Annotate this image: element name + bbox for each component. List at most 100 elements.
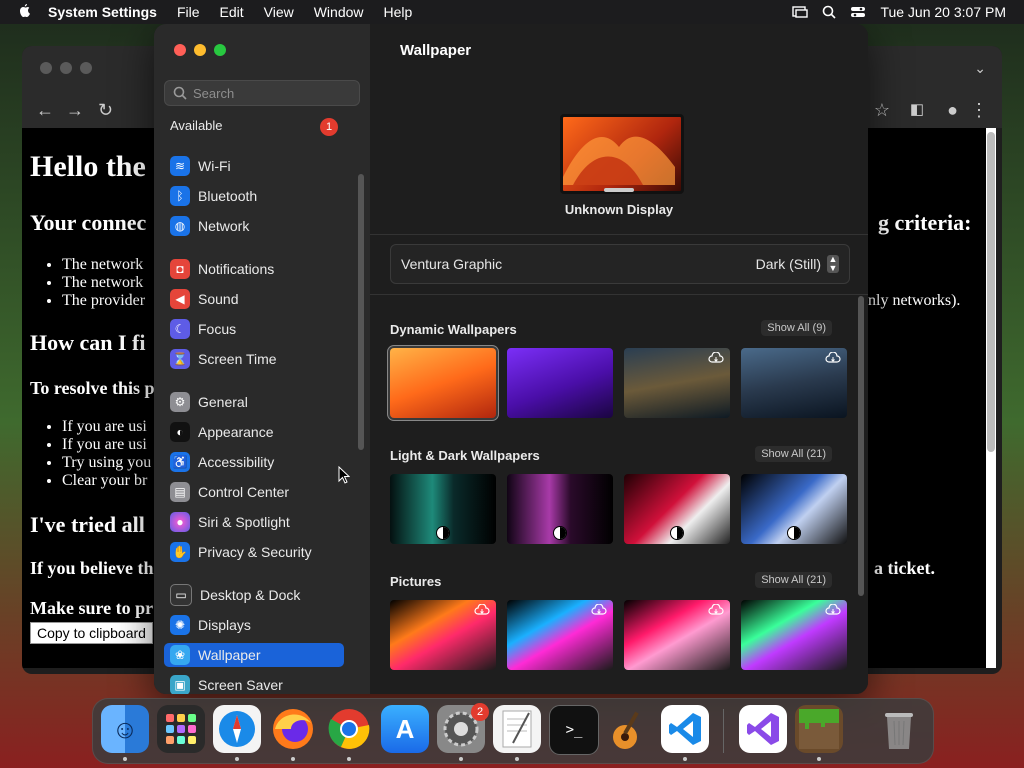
- sidebar-item-siri-spotlight[interactable]: ● Siri & Spotlight: [164, 510, 344, 534]
- dock-vscode-icon[interactable]: [661, 705, 709, 753]
- sidebar-item-screen-saver[interactable]: ▣ Screen Saver: [164, 673, 344, 694]
- sidebar-item-wifi[interactable]: ≋ Wi-Fi: [164, 154, 344, 178]
- menu-edit[interactable]: Edit: [220, 4, 244, 20]
- maximize-icon[interactable]: [80, 62, 92, 74]
- sidebar-scrollbar[interactable]: [358, 174, 364, 450]
- sidebar-item-label: Focus: [198, 321, 237, 337]
- wallpaper-thumb-picture-2[interactable]: [507, 600, 613, 670]
- screen-mirroring-icon[interactable]: [792, 6, 809, 18]
- dock-garageband-icon[interactable]: [605, 705, 653, 753]
- sidebar-item-notifications[interactable]: ◘ Notifications: [164, 257, 344, 281]
- maximize-icon[interactable]: [214, 44, 226, 56]
- list-item: The provider: [62, 292, 145, 310]
- dock-finder-icon[interactable]: ☺: [101, 705, 149, 753]
- sidebar-toggle-icon[interactable]: ◧: [910, 100, 924, 118]
- minimize-icon[interactable]: [194, 44, 206, 56]
- dock-safari-icon[interactable]: [213, 705, 261, 753]
- software-update-available[interactable]: Available: [170, 118, 223, 133]
- dock-minecraft-icon[interactable]: [795, 705, 843, 753]
- cloud-download-icon[interactable]: [708, 604, 724, 616]
- wallpaper-thumb-ios-red[interactable]: [624, 474, 730, 544]
- sidebar-item-displays[interactable]: ✺ Displays: [164, 613, 344, 637]
- close-icon[interactable]: [40, 62, 52, 74]
- sidebar-item-wallpaper[interactable]: ❀ Wallpaper: [164, 643, 344, 667]
- sidebar-item-accessibility[interactable]: ♿ Accessibility: [164, 450, 344, 474]
- wallpaper-selector[interactable]: Ventura Graphic Dark (Still) ▲ ▼: [390, 244, 850, 284]
- wallpaper-thumb-picture-3[interactable]: [624, 600, 730, 670]
- sidebar-item-label: Desktop & Dock: [200, 587, 301, 603]
- cloud-download-icon[interactable]: [708, 352, 724, 364]
- ticket-text: a ticket.: [874, 558, 935, 578]
- sidebar-item-label: Screen Saver: [198, 677, 283, 693]
- sidebar-item-label: Privacy & Security: [198, 544, 312, 560]
- notification-badge: 2: [471, 703, 489, 721]
- copy-to-clipboard-button[interactable]: Copy to clipboard: [30, 622, 153, 644]
- dock-app-store-icon[interactable]: A: [381, 705, 429, 753]
- scrollbar-thumb[interactable]: [987, 132, 995, 452]
- browser-scrollbar[interactable]: [986, 128, 996, 668]
- sidebar-item-sound[interactable]: ◀ Sound: [164, 287, 344, 311]
- wallpaper-thumb-ios-blue[interactable]: [741, 474, 847, 544]
- main-scrollbar[interactable]: [858, 296, 864, 596]
- close-icon[interactable]: [174, 44, 186, 56]
- sidebar-item-focus[interactable]: ☾ Focus: [164, 317, 344, 341]
- running-indicator: [235, 757, 239, 761]
- chevron-up-down-icon[interactable]: ▲ ▼: [827, 255, 839, 273]
- menu-window[interactable]: Window: [314, 4, 364, 20]
- profile-icon[interactable]: ●: [947, 100, 958, 121]
- wallpaper-thumb-catalina[interactable]: [741, 348, 847, 418]
- forward-arrow-icon[interactable]: →: [66, 100, 84, 121]
- sidebar-item-network[interactable]: ◍ Network: [164, 214, 344, 238]
- reload-icon[interactable]: ↻: [98, 100, 113, 121]
- wallpaper-mode-value[interactable]: Dark (Still): [756, 256, 821, 272]
- apple-icon[interactable]: [18, 4, 32, 20]
- sidebar-item-privacy-security[interactable]: ✋ Privacy & Security: [164, 540, 344, 564]
- back-arrow-icon[interactable]: ←: [36, 100, 54, 121]
- dock-firefox-icon[interactable]: [269, 705, 317, 753]
- show-all-pictures-button[interactable]: Show All (21): [755, 572, 832, 588]
- search-input[interactable]: Search: [164, 80, 360, 106]
- wallpaper-thumb-monterey[interactable]: [507, 348, 613, 418]
- subheading-tried: I've tried all: [30, 512, 145, 537]
- wallpaper-thumb-big-sur-coast[interactable]: [624, 348, 730, 418]
- dock-chrome-icon[interactable]: [325, 705, 373, 753]
- sidebar-item-control-center[interactable]: ▤ Control Center: [164, 480, 344, 504]
- cloud-download-icon[interactable]: [825, 352, 841, 364]
- show-all-light-dark-button[interactable]: Show All (21): [755, 446, 832, 462]
- dock-terminal-icon[interactable]: >_: [549, 705, 599, 755]
- sidebar-item-appearance[interactable]: ◐ Appearance: [164, 420, 344, 444]
- wallpaper-thumb-picture-4[interactable]: [741, 600, 847, 670]
- wallpaper-thumb-ventura[interactable]: [390, 348, 496, 418]
- menu-clock[interactable]: Tue Jun 20 3:07 PM: [880, 4, 1006, 20]
- sidebar-item-screen-time[interactable]: ⌛ Screen Time: [164, 347, 344, 371]
- subheading-connection-right: g criteria:: [878, 210, 972, 235]
- menu-help[interactable]: Help: [384, 4, 413, 20]
- cloud-download-icon[interactable]: [591, 604, 607, 616]
- chevron-down-icon[interactable]: ⌄: [974, 60, 986, 77]
- menu-file[interactable]: File: [177, 4, 200, 20]
- dock-visual-studio-icon[interactable]: [739, 705, 787, 753]
- bluetooth-icon: ᛒ: [170, 186, 190, 206]
- page-title: Wallpaper: [400, 42, 472, 59]
- cloud-download-icon[interactable]: [825, 604, 841, 616]
- sidebar-item-bluetooth[interactable]: ᛒ Bluetooth: [164, 184, 344, 208]
- wallpaper-thumb-picture-1[interactable]: [390, 600, 496, 670]
- wallpaper-thumb-macintosh-purple[interactable]: [507, 474, 613, 544]
- dock-launchpad-icon[interactable]: [157, 705, 205, 753]
- more-menu-icon[interactable]: ⋮: [970, 100, 988, 121]
- control-center-icon[interactable]: [850, 5, 866, 19]
- menu-app-name[interactable]: System Settings: [48, 4, 157, 20]
- wallpaper-thumb-macintosh-green[interactable]: [390, 474, 496, 544]
- dock-trash-icon[interactable]: [875, 705, 923, 753]
- spotlight-search-icon[interactable]: [822, 5, 837, 19]
- sidebar-item-general[interactable]: ⚙ General: [164, 390, 344, 414]
- dock-system-settings-icon[interactable]: 2: [437, 703, 489, 753]
- minimize-icon[interactable]: [60, 62, 72, 74]
- show-all-dynamic-button[interactable]: Show All (9): [761, 320, 832, 336]
- sidebar-item-desktop-dock[interactable]: ▭ Desktop & Dock: [164, 583, 344, 607]
- dock-textedit-icon[interactable]: [493, 705, 541, 753]
- star-icon[interactable]: ☆: [874, 100, 890, 121]
- sidebar-item-label: Wi-Fi: [198, 158, 231, 174]
- cloud-download-icon[interactable]: [474, 604, 490, 616]
- menu-view[interactable]: View: [264, 4, 294, 20]
